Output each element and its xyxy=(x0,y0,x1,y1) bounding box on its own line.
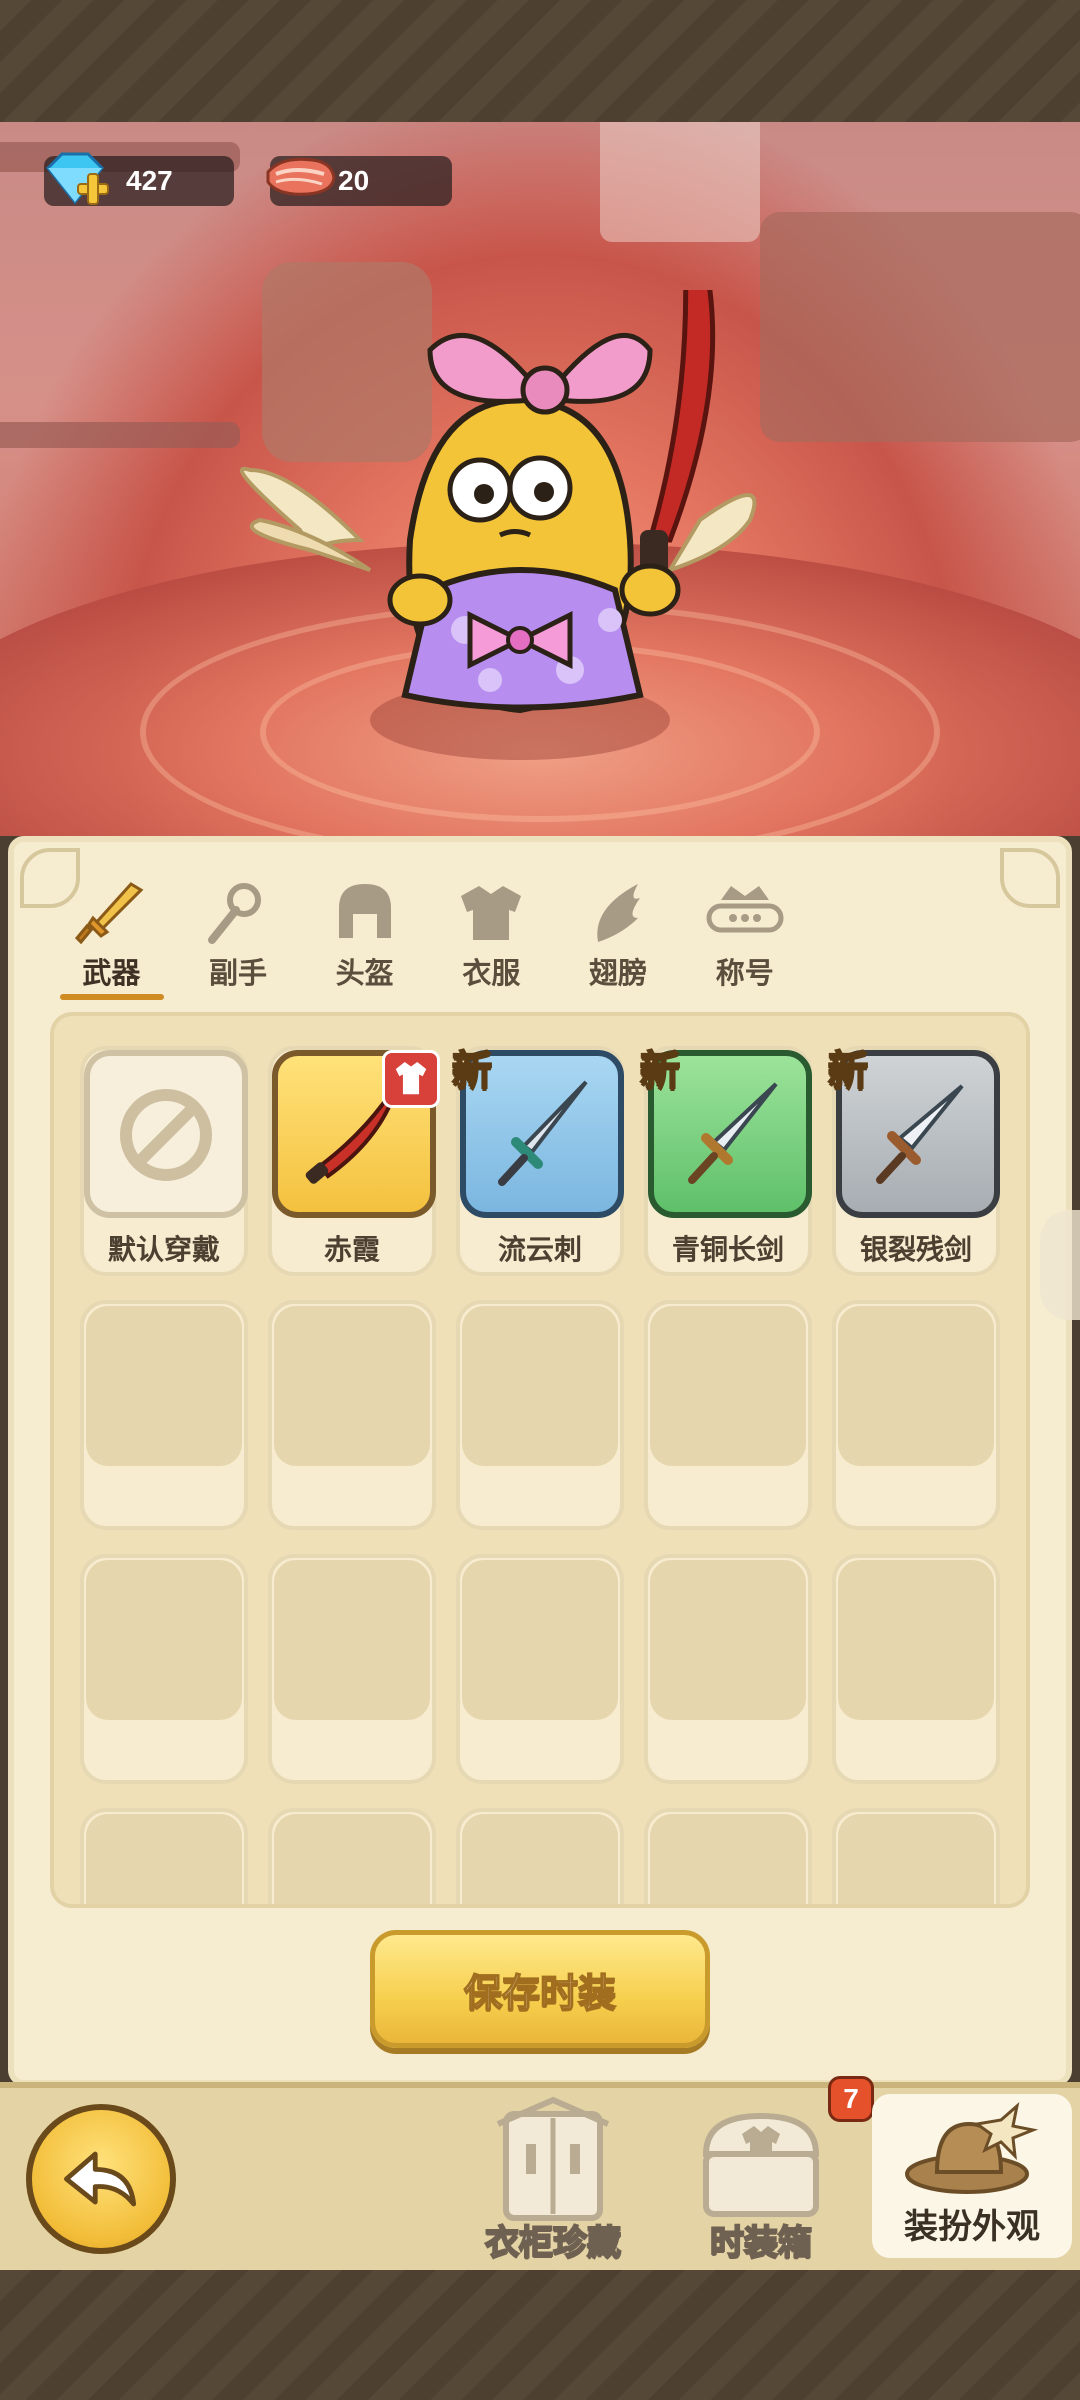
empty-slot[interactable] xyxy=(80,1808,248,1904)
nav-wardrobe-collection[interactable]: 衣柜珍藏 xyxy=(458,2094,648,2274)
item-frame xyxy=(272,1050,440,1218)
item-slot-liuyunci[interactable]: 新 流云刺 xyxy=(451,1046,624,1276)
scene-window xyxy=(600,122,760,242)
fashion-box-count-badge: 7 xyxy=(828,2076,874,2122)
bronze-sword-icon xyxy=(688,1082,778,1184)
empty-slot[interactable] xyxy=(80,1300,248,1530)
panel-corner-ornament xyxy=(1000,848,1060,908)
empty-slot-inner xyxy=(274,1560,430,1720)
empty-slot[interactable] xyxy=(832,1300,1000,1530)
empty-slot-inner xyxy=(650,1306,806,1466)
tab-wings[interactable]: 翅膀 xyxy=(555,870,682,1000)
equipped-shirt-badge xyxy=(382,1050,440,1108)
fashion-box-icon xyxy=(702,2112,820,2217)
item-name: 赤霞 xyxy=(323,1233,380,1266)
empty-slot[interactable] xyxy=(456,1300,624,1530)
empty-slot-inner xyxy=(274,1814,430,1904)
category-tabs: 武器 副手 头盔 衣服 翅膀 称号 xyxy=(48,870,808,1000)
item-frame xyxy=(84,1050,248,1218)
tab-helmet[interactable]: 头盔 xyxy=(301,870,428,1000)
empty-slot[interactable] xyxy=(832,1554,1000,1784)
meat-counter[interactable]: 20 xyxy=(266,156,452,206)
tab-title[interactable]: 称号 xyxy=(681,870,808,1000)
empty-slot-inner xyxy=(462,1814,618,1904)
item-name: 银裂残剑 xyxy=(859,1233,972,1266)
item-name: 流云刺 xyxy=(497,1233,582,1266)
tab-label: 头盔 xyxy=(335,956,394,990)
top-border xyxy=(0,0,1080,122)
nav-label: 衣柜珍藏 xyxy=(484,2222,622,2264)
empty-slot-inner xyxy=(650,1814,806,1904)
sword-icon xyxy=(75,882,144,945)
empty-slot-inner xyxy=(86,1306,242,1466)
item-slot-chixia[interactable]: 赤霞 xyxy=(268,1046,440,1276)
diamond-counter[interactable]: 427 xyxy=(44,152,234,206)
wing-icon xyxy=(597,884,641,942)
helmet-icon xyxy=(338,884,391,938)
new-tag: 新 xyxy=(827,1047,869,1095)
diamond-value: 427 xyxy=(126,165,173,196)
item-name: 默认穿戴 xyxy=(107,1233,220,1266)
rapier-icon xyxy=(498,1080,588,1186)
title-icon xyxy=(706,886,784,933)
meat-value: 20 xyxy=(338,165,370,196)
tab-weapon[interactable]: 武器 xyxy=(48,870,175,1000)
wardrobe-icon xyxy=(496,2096,610,2221)
tab-label: 武器 xyxy=(82,956,141,990)
empty-slot[interactable] xyxy=(268,1300,436,1530)
back-button[interactable] xyxy=(26,2104,176,2254)
none-icon xyxy=(120,1089,212,1181)
broken-sword-icon xyxy=(876,1084,964,1184)
nav-label: 装扮外观 xyxy=(904,2207,1040,2247)
new-tag: 新 xyxy=(451,1047,493,1095)
empty-slot[interactable] xyxy=(644,1300,812,1530)
empty-slot[interactable] xyxy=(268,1554,436,1784)
empty-slot[interactable] xyxy=(832,1808,1000,1904)
empty-slot[interactable] xyxy=(456,1554,624,1784)
save-outfit-label: 保存时装 xyxy=(463,1970,617,2016)
character-preview[interactable] xyxy=(230,290,790,850)
item-grid[interactable]: 默认穿戴 赤霞 新 流云刺 新 青铜长剑 新 银裂残剑 xyxy=(50,1012,1030,1908)
empty-slot-inner xyxy=(838,1814,994,1904)
empty-slot-inner xyxy=(462,1560,618,1720)
nav-dress-up[interactable]: 装扮外观 xyxy=(872,2094,1072,2258)
active-tab-indicator xyxy=(60,994,164,1000)
hat-icon xyxy=(905,2101,1039,2194)
empty-slot-inner xyxy=(838,1306,994,1466)
scene-shelf xyxy=(0,422,240,448)
empty-slot-inner xyxy=(274,1306,430,1466)
tab-label: 副手 xyxy=(209,956,268,990)
new-tag: 新 xyxy=(639,1047,681,1095)
tab-label: 翅膀 xyxy=(589,956,648,990)
item-slot-default[interactable]: 默认穿戴 xyxy=(80,1046,248,1276)
item-slot-qingtong[interactable]: 新 青铜长剑 xyxy=(639,1046,812,1276)
offhand-icon xyxy=(208,883,261,944)
empty-slot-inner xyxy=(86,1560,242,1720)
nav-fashion-box[interactable]: 时装箱 xyxy=(666,2094,856,2274)
bottom-border xyxy=(0,2270,1080,2400)
back-arrow-icon xyxy=(64,2151,137,2207)
tab-label: 称号 xyxy=(715,956,774,990)
meat-icon xyxy=(266,157,336,196)
empty-slot[interactable] xyxy=(644,1554,812,1784)
armor-icon xyxy=(461,886,522,940)
item-slot-yinlie[interactable]: 新 银裂残剑 xyxy=(827,1046,1000,1276)
empty-slot[interactable] xyxy=(80,1554,248,1784)
tab-clothes[interactable]: 衣服 xyxy=(428,870,555,1000)
diamond-plus-icon xyxy=(45,152,109,205)
nav-label: 时装箱 xyxy=(709,2222,813,2264)
empty-slot-inner xyxy=(838,1560,994,1720)
empty-slot-inner xyxy=(462,1306,618,1466)
scene-chest xyxy=(760,212,1080,442)
empty-slot[interactable] xyxy=(268,1808,436,1904)
empty-slot[interactable] xyxy=(456,1808,624,1904)
save-outfit-button[interactable]: 保存时装 xyxy=(370,1930,710,2048)
tab-label: 衣服 xyxy=(462,956,521,990)
side-pull-tab[interactable] xyxy=(1040,1210,1080,1320)
empty-slot-inner xyxy=(650,1560,806,1720)
tab-offhand[interactable]: 副手 xyxy=(175,870,302,1000)
item-name: 青铜长剑 xyxy=(671,1233,784,1266)
empty-slot[interactable] xyxy=(644,1808,812,1904)
empty-slot-inner xyxy=(86,1814,242,1904)
